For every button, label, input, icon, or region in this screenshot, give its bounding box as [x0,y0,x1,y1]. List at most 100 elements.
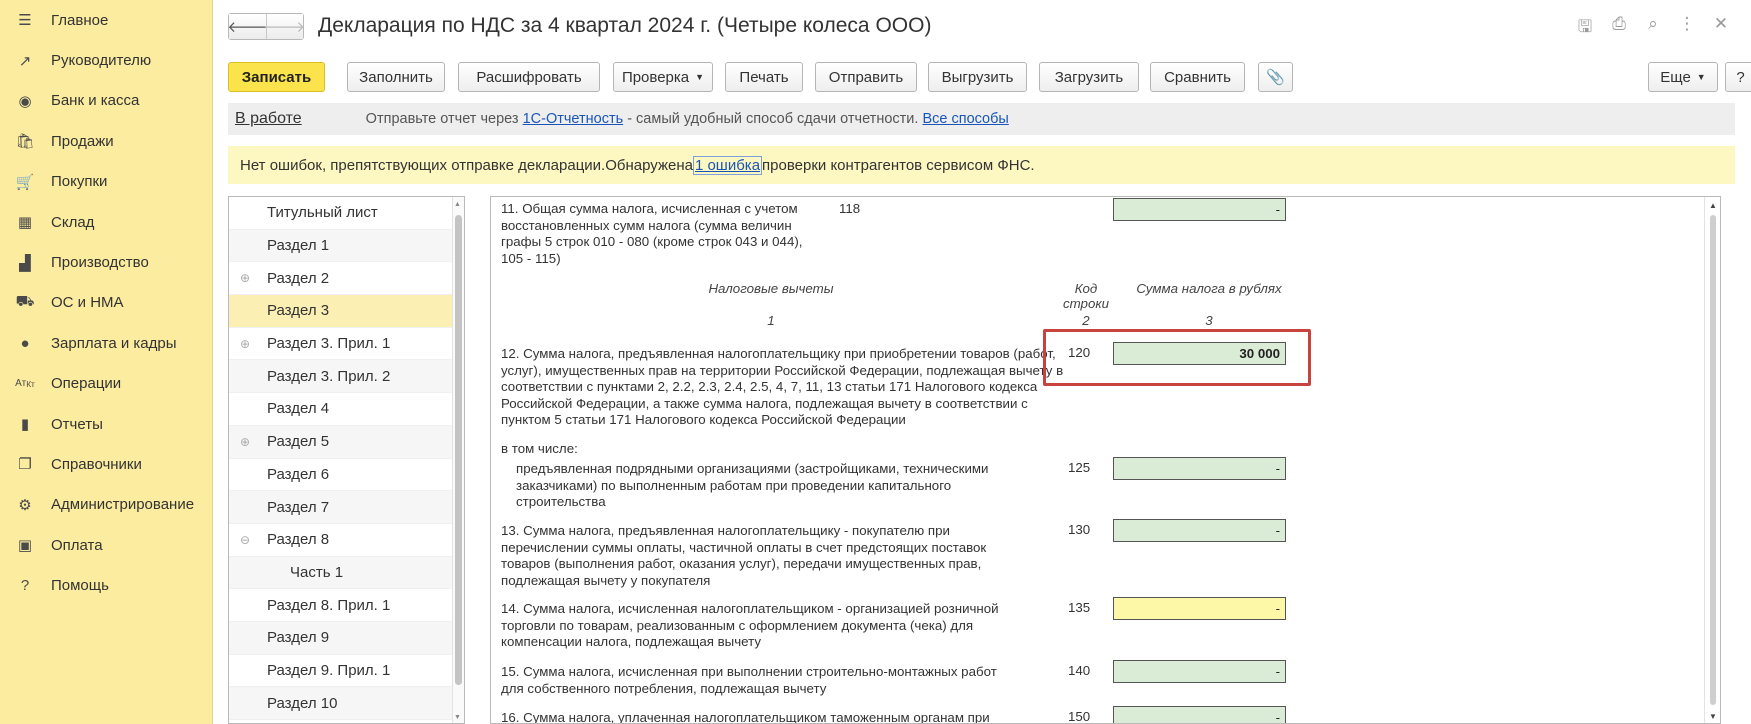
tree-item-label: Раздел 10 [267,694,338,712]
check-button[interactable]: Проверка ▼ [613,62,713,92]
row-135-field[interactable]: - [1113,597,1286,620]
coins-icon: ◉ [18,92,32,110]
tree-item[interactable]: Раздел 7 [229,491,464,524]
send-button[interactable]: Отправить [815,62,917,92]
row-118-field[interactable]: - [1113,198,1286,221]
main-area: 🡐 🡒 Декларация по НДС за 4 квартал 2024 … [213,0,1751,724]
trend-chart-icon: ↗ [18,52,32,70]
nav-item-admin[interactable]: ⚙ Администрирование [0,485,212,525]
nav-item-references[interactable]: ❐ Справочники [0,444,212,484]
title-tools: 🖫 ⎙ ⌕ ⋮ ✕ [1575,14,1731,43]
help-button[interactable]: ? [1725,62,1751,92]
status-state-link[interactable]: В работе [235,110,302,128]
all-methods-link[interactable]: Все способы [922,111,1008,127]
nav-item-main[interactable]: ☰ Главное [0,0,212,40]
error-link[interactable]: 1 ошибка [692,155,763,175]
collapse-icon[interactable]: ⊖ [240,533,250,547]
tree-item-label: Раздел 1 [267,237,330,255]
paperclip-icon: 📎 [1266,69,1285,86]
tree-item[interactable]: Раздел 8. Прил. 1 [229,589,464,622]
preview-icon[interactable]: ⌕ [1643,14,1663,43]
operations-icon: Ат Кт [15,378,35,390]
expand-icon[interactable]: ⊕ [240,271,250,285]
tree-item-label: Раздел 6 [267,465,330,483]
nav-item-help[interactable]: ? Помощь [0,565,212,605]
tree-item[interactable]: ⊕ Раздел 3. Прил. 1 [229,328,464,361]
cart-icon: 🛒 [15,173,35,191]
back-button[interactable]: 🡐 [227,13,268,39]
row-150-field[interactable]: - [1113,706,1286,723]
decode-button[interactable]: Расшифровать [458,62,600,92]
tree-item[interactable]: Часть 1 [229,556,464,590]
forward-button[interactable]: 🡒 [265,13,305,39]
fill-button[interactable]: Заполнить [347,62,445,92]
nav-item-salary[interactable]: ● Зарплата и кадры [0,323,212,363]
header-col1: Налоговые вычеты [708,281,834,296]
save-disk-icon[interactable]: 🖫 [1575,14,1595,43]
hamburger-icon: ☰ [18,12,32,30]
tree-item-label: Раздел 9 [267,629,330,647]
more-button[interactable]: Еще ▼ [1648,62,1718,92]
row-118-label: 11. Общая сумма налога, исчисленная с уч… [501,201,803,266]
form-scrollbar[interactable]: ▲ ▼ [1704,197,1720,723]
scroll-up-icon[interactable]: ▲ [1709,201,1717,210]
nav-item-warehouse[interactable]: ▦ Склад [0,202,212,242]
scroll-down-icon[interactable]: ▼ [1709,712,1717,721]
tree-item[interactable]: Раздел 3. Прил. 2 [229,360,464,394]
export-button[interactable]: Выгрузить [928,62,1027,92]
tree-scroll-thumb[interactable] [455,215,462,685]
close-icon[interactable]: ✕ [1711,14,1731,43]
tree-item[interactable]: Раздел 10 [229,687,464,720]
question-icon: ? [20,577,30,595]
nav-item-assets[interactable]: ⛟ ОС и НМА [0,283,212,323]
tree-item-label: Раздел 9. Прил. 1 [267,661,391,679]
nav-item-bank[interactable]: ◉ Банк и касса [0,81,212,121]
nav-item-manager[interactable]: ↗ Руководителю [0,40,212,80]
title-bar: 🡐 🡒 Декларация по НДС за 4 квартал 2024 … [227,10,1751,43]
row-125-field[interactable]: - [1113,457,1286,480]
nav-item-operations[interactable]: Ат Кт Операции [0,364,212,404]
print-button[interactable]: Печать [725,62,803,92]
row-140-field[interactable]: - [1113,660,1286,683]
1c-reporting-link[interactable]: 1С-Отчетность [523,111,624,127]
tree-item[interactable]: ⊕ Раздел 5 [229,425,464,459]
tree-item[interactable]: ⊖ Раздел 8 [229,524,464,557]
nav-item-purchases[interactable]: 🛒 Покупки [0,162,212,202]
tree-item-label: Раздел 3. Прил. 2 [267,367,391,385]
tree-item[interactable]: Титульный лист [229,197,464,230]
tree-item-label: Раздел 4 [267,400,330,418]
section-tree: Титульный лист Раздел 1 ⊕ Раздел 2 Раздел… [228,196,465,724]
scroll-down-icon[interactable]: ▼ [454,714,461,721]
tree-item[interactable]: Раздел 1 [229,229,464,263]
attachment-button[interactable]: 📎 [1258,62,1293,92]
compare-button[interactable]: Сравнить [1150,62,1245,92]
tree-item-label: Раздел 3 [267,302,330,320]
import-button[interactable]: Загрузить [1039,62,1139,92]
tree-item-selected[interactable]: Раздел 3 [229,295,464,328]
nav-item-production[interactable]: ▟ Производство [0,242,212,282]
form-scroll-thumb[interactable] [1710,215,1716,705]
gear-icon: ⚙ [18,496,32,514]
notice-bar: Нет ошибок, препятствующих отправке декл… [228,146,1735,184]
row-130-code: 130 [1068,522,1091,537]
header-num1: 1 [767,313,775,328]
tree-item[interactable]: Раздел 9 [229,621,464,655]
expand-icon[interactable]: ⊕ [240,337,250,351]
tree-scrollbar[interactable]: ▲ ▼ [452,197,464,723]
tree-item[interactable]: ⊕ Раздел 2 [229,262,464,296]
row-130-field[interactable]: - [1113,519,1286,542]
nav-item-payment[interactable]: ▣ Оплата [0,525,212,565]
expand-icon[interactable]: ⊕ [240,435,250,449]
scroll-up-icon[interactable]: ▲ [454,201,461,208]
more-label: Еще [1660,68,1691,86]
more-vertical-icon[interactable]: ⋮ [1677,14,1697,43]
printer-icon[interactable]: ⎙ [1609,14,1629,43]
factory-icon: ▟ [19,254,31,272]
tree-item[interactable]: Раздел 4 [229,393,464,426]
nav-item-reports[interactable]: ▮ Отчеты [0,404,212,444]
header-num2: 2 [1082,313,1090,328]
tree-item[interactable]: Раздел 9. Прил. 1 [229,655,464,688]
nav-item-sales[interactable]: 🛍 Продажи [0,121,212,161]
tree-item[interactable]: Раздел 6 [229,459,464,492]
save-button[interactable]: Записать [228,62,325,92]
